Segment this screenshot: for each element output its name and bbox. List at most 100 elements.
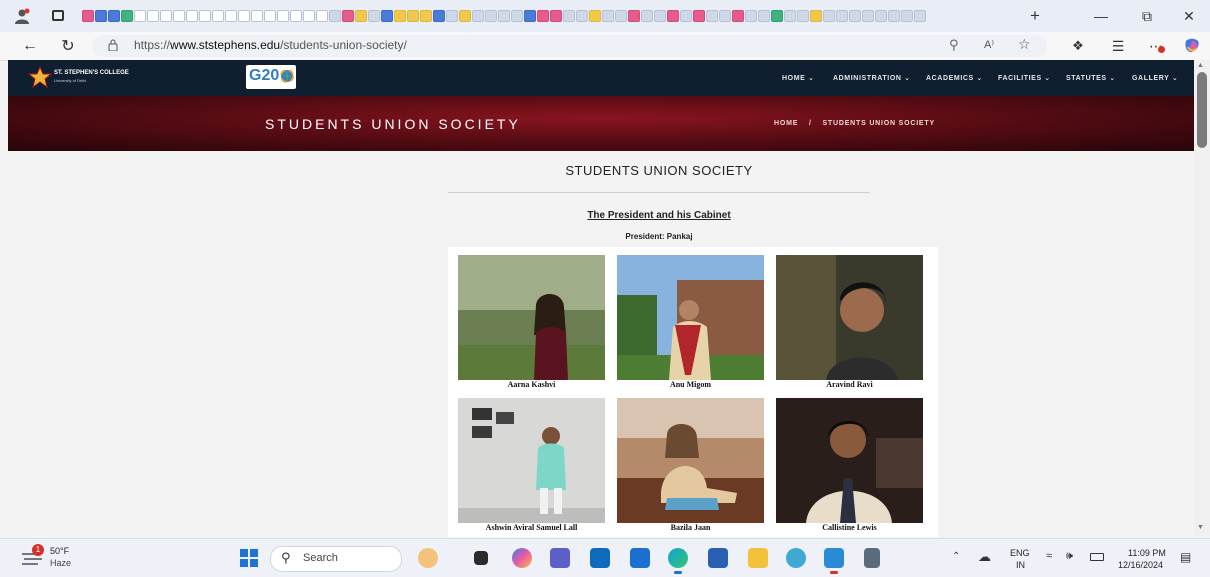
member-photo[interactable] <box>617 398 764 523</box>
member-photo[interactable] <box>776 398 923 523</box>
chevron-down-icon: ⌄ <box>1044 75 1051 82</box>
heading-divider <box>448 192 870 193</box>
cabinet-title: The President and his Cabinet <box>587 210 731 221</box>
copilot-tray-icon[interactable]: ☁ <box>978 549 991 565</box>
restore-button[interactable]: ⧉ <box>1124 0 1170 32</box>
notification-dot-icon <box>1158 46 1165 53</box>
weather-widget[interactable]: 1 50°F Haze <box>22 544 92 572</box>
favorites-icon[interactable]: ☰ <box>1106 34 1130 58</box>
breadcrumb-separator: / <box>808 120 812 127</box>
cabinet-gallery: Aarna Kashvi Anu Migom Aravind Ravi Ashw… <box>448 247 938 537</box>
breadcrumb-home-link[interactable]: HOME <box>774 120 798 127</box>
new-tab-button[interactable]: + <box>1030 6 1040 26</box>
chevron-down-icon: ⌄ <box>1109 75 1116 82</box>
more-menu-icon[interactable]: ⋯ <box>1144 34 1168 58</box>
word-icon[interactable] <box>708 548 728 568</box>
url-text[interactable]: https://www.ststephens.edu/students-unio… <box>134 38 407 52</box>
url-prefix: https:// <box>134 38 171 52</box>
nav-home[interactable]: HOME ⌄ <box>782 74 814 82</box>
copilot-icon[interactable] <box>1180 34 1204 58</box>
chevron-down-icon: ⌄ <box>904 75 911 82</box>
member-name: Aravind Ravi <box>826 380 873 389</box>
nav-gallery[interactable]: GALLERY ⌄ <box>1132 74 1178 82</box>
close-window-button[interactable]: ✕ <box>1166 0 1210 32</box>
nav-gallery-label: GALLERY <box>1132 75 1170 82</box>
nav-statutes[interactable]: STATUTES ⌄ <box>1066 74 1116 82</box>
member-name: Aarna Kashvi <box>507 380 556 389</box>
nav-academics[interactable]: ACADEMICS ⌄ <box>926 74 983 82</box>
language-bottom[interactable]: IN <box>1016 560 1025 570</box>
widget-news-icon[interactable] <box>418 548 438 568</box>
tab-favicons-row[interactable] <box>82 9 1012 23</box>
college-subtitle: University of Delhi <box>54 78 87 83</box>
url-domain: www.ststephens.edu <box>170 38 281 52</box>
tab-actions-icon[interactable] <box>52 10 64 21</box>
page-title: STUDENTS UNION SOCIETY <box>565 163 753 178</box>
minimize-button[interactable]: — <box>1078 0 1124 32</box>
clock-date[interactable]: 12/16/2024 <box>1118 560 1163 570</box>
teams-icon[interactable] <box>550 548 570 568</box>
nav-statutes-label: STATUTES <box>1066 75 1107 82</box>
member-name: Callistine Lewis <box>822 523 877 532</box>
volume-icon[interactable]: 🕪 <box>1066 550 1073 563</box>
weather-description: Haze <box>50 558 72 568</box>
banner-title: STUDENTS UNION SOCIETY <box>265 116 521 132</box>
zoom-icon[interactable]: ⚲ <box>949 37 959 53</box>
college-logo[interactable] <box>27 65 53 89</box>
member-name: Anu Migom <box>669 380 712 389</box>
member-photo[interactable] <box>617 255 764 380</box>
nav-administration[interactable]: ADMINISTRATION ⌄ <box>833 74 911 82</box>
notifications-icon[interactable]: ▤ <box>1180 550 1191 564</box>
scrollbar-thumb[interactable] <box>1197 72 1207 148</box>
taskbar-search[interactable]: ⚲ Search <box>270 546 402 572</box>
search-icon: ⚲ <box>281 550 291 565</box>
member-name: Bazila Jaan <box>670 523 711 532</box>
refresh-icon[interactable]: ↻ <box>56 34 80 58</box>
g20-logo-text: G20 <box>249 67 280 84</box>
globe-icon <box>280 69 294 83</box>
nav-home-label: HOME <box>782 75 806 82</box>
copilot-app-icon[interactable] <box>512 548 532 568</box>
file-explorer-icon[interactable] <box>748 548 768 568</box>
weather-badge: 1 <box>32 544 44 556</box>
calculator-icon[interactable] <box>864 548 880 568</box>
lock-icon[interactable] <box>108 38 118 52</box>
college-name[interactable]: ST. STEPHEN'S COLLEGE <box>54 70 129 76</box>
profile-icon[interactable] <box>14 8 30 24</box>
read-aloud-icon[interactable]: A⁾ <box>984 38 994 51</box>
nav-facilities-label: FACILITIES <box>998 75 1042 82</box>
store-icon[interactable] <box>630 548 650 568</box>
page-banner <box>8 96 1194 151</box>
g20-logo[interactable]: G20 <box>246 65 296 89</box>
favorite-star-icon[interactable]: ☆ <box>1018 36 1031 53</box>
language-top[interactable]: ENG <box>1010 548 1030 558</box>
active-app-indicator <box>674 571 682 574</box>
address-bar[interactable]: https://www.ststephens.edu/students-unio… <box>92 35 1047 57</box>
chevron-down-icon: ⌄ <box>807 75 815 82</box>
chevron-down-icon: ⌄ <box>1171 75 1179 82</box>
back-icon[interactable]: ← <box>18 34 42 58</box>
browser-tab-strip: + — ⧉ ✕ <box>0 0 1210 32</box>
search-placeholder: Search <box>303 552 338 564</box>
url-path: /students-union-society/ <box>280 38 407 52</box>
task-view-icon[interactable] <box>474 551 488 565</box>
member-photo[interactable] <box>458 398 605 523</box>
member-photo[interactable] <box>776 255 923 380</box>
breadcrumb-current: STUDENTS UNION SOCIETY <box>822 120 935 127</box>
edge-icon[interactable] <box>668 548 688 568</box>
paint-icon[interactable] <box>786 548 806 568</box>
scroll-up-icon[interactable]: ▲ <box>1197 62 1204 69</box>
wifi-icon[interactable]: ≈ <box>1046 550 1052 562</box>
battery-icon[interactable] <box>1090 553 1104 561</box>
nav-facilities[interactable]: FACILITIES ⌄ <box>998 74 1051 82</box>
member-photo[interactable] <box>458 255 605 380</box>
photos-icon[interactable] <box>824 548 844 568</box>
outlook-icon[interactable] <box>590 548 610 568</box>
clock-time[interactable]: 11:09 PM <box>1128 548 1166 558</box>
show-hidden-icons[interactable]: ⌃ <box>952 551 960 562</box>
browser-essentials-icon[interactable]: ❖ <box>1066 34 1090 58</box>
scroll-down-icon[interactable]: ▼ <box>1197 524 1204 531</box>
start-button[interactable] <box>240 549 258 567</box>
breadcrumb: HOME / STUDENTS UNION SOCIETY <box>774 120 935 127</box>
nav-academics-label: ACADEMICS <box>926 75 974 82</box>
